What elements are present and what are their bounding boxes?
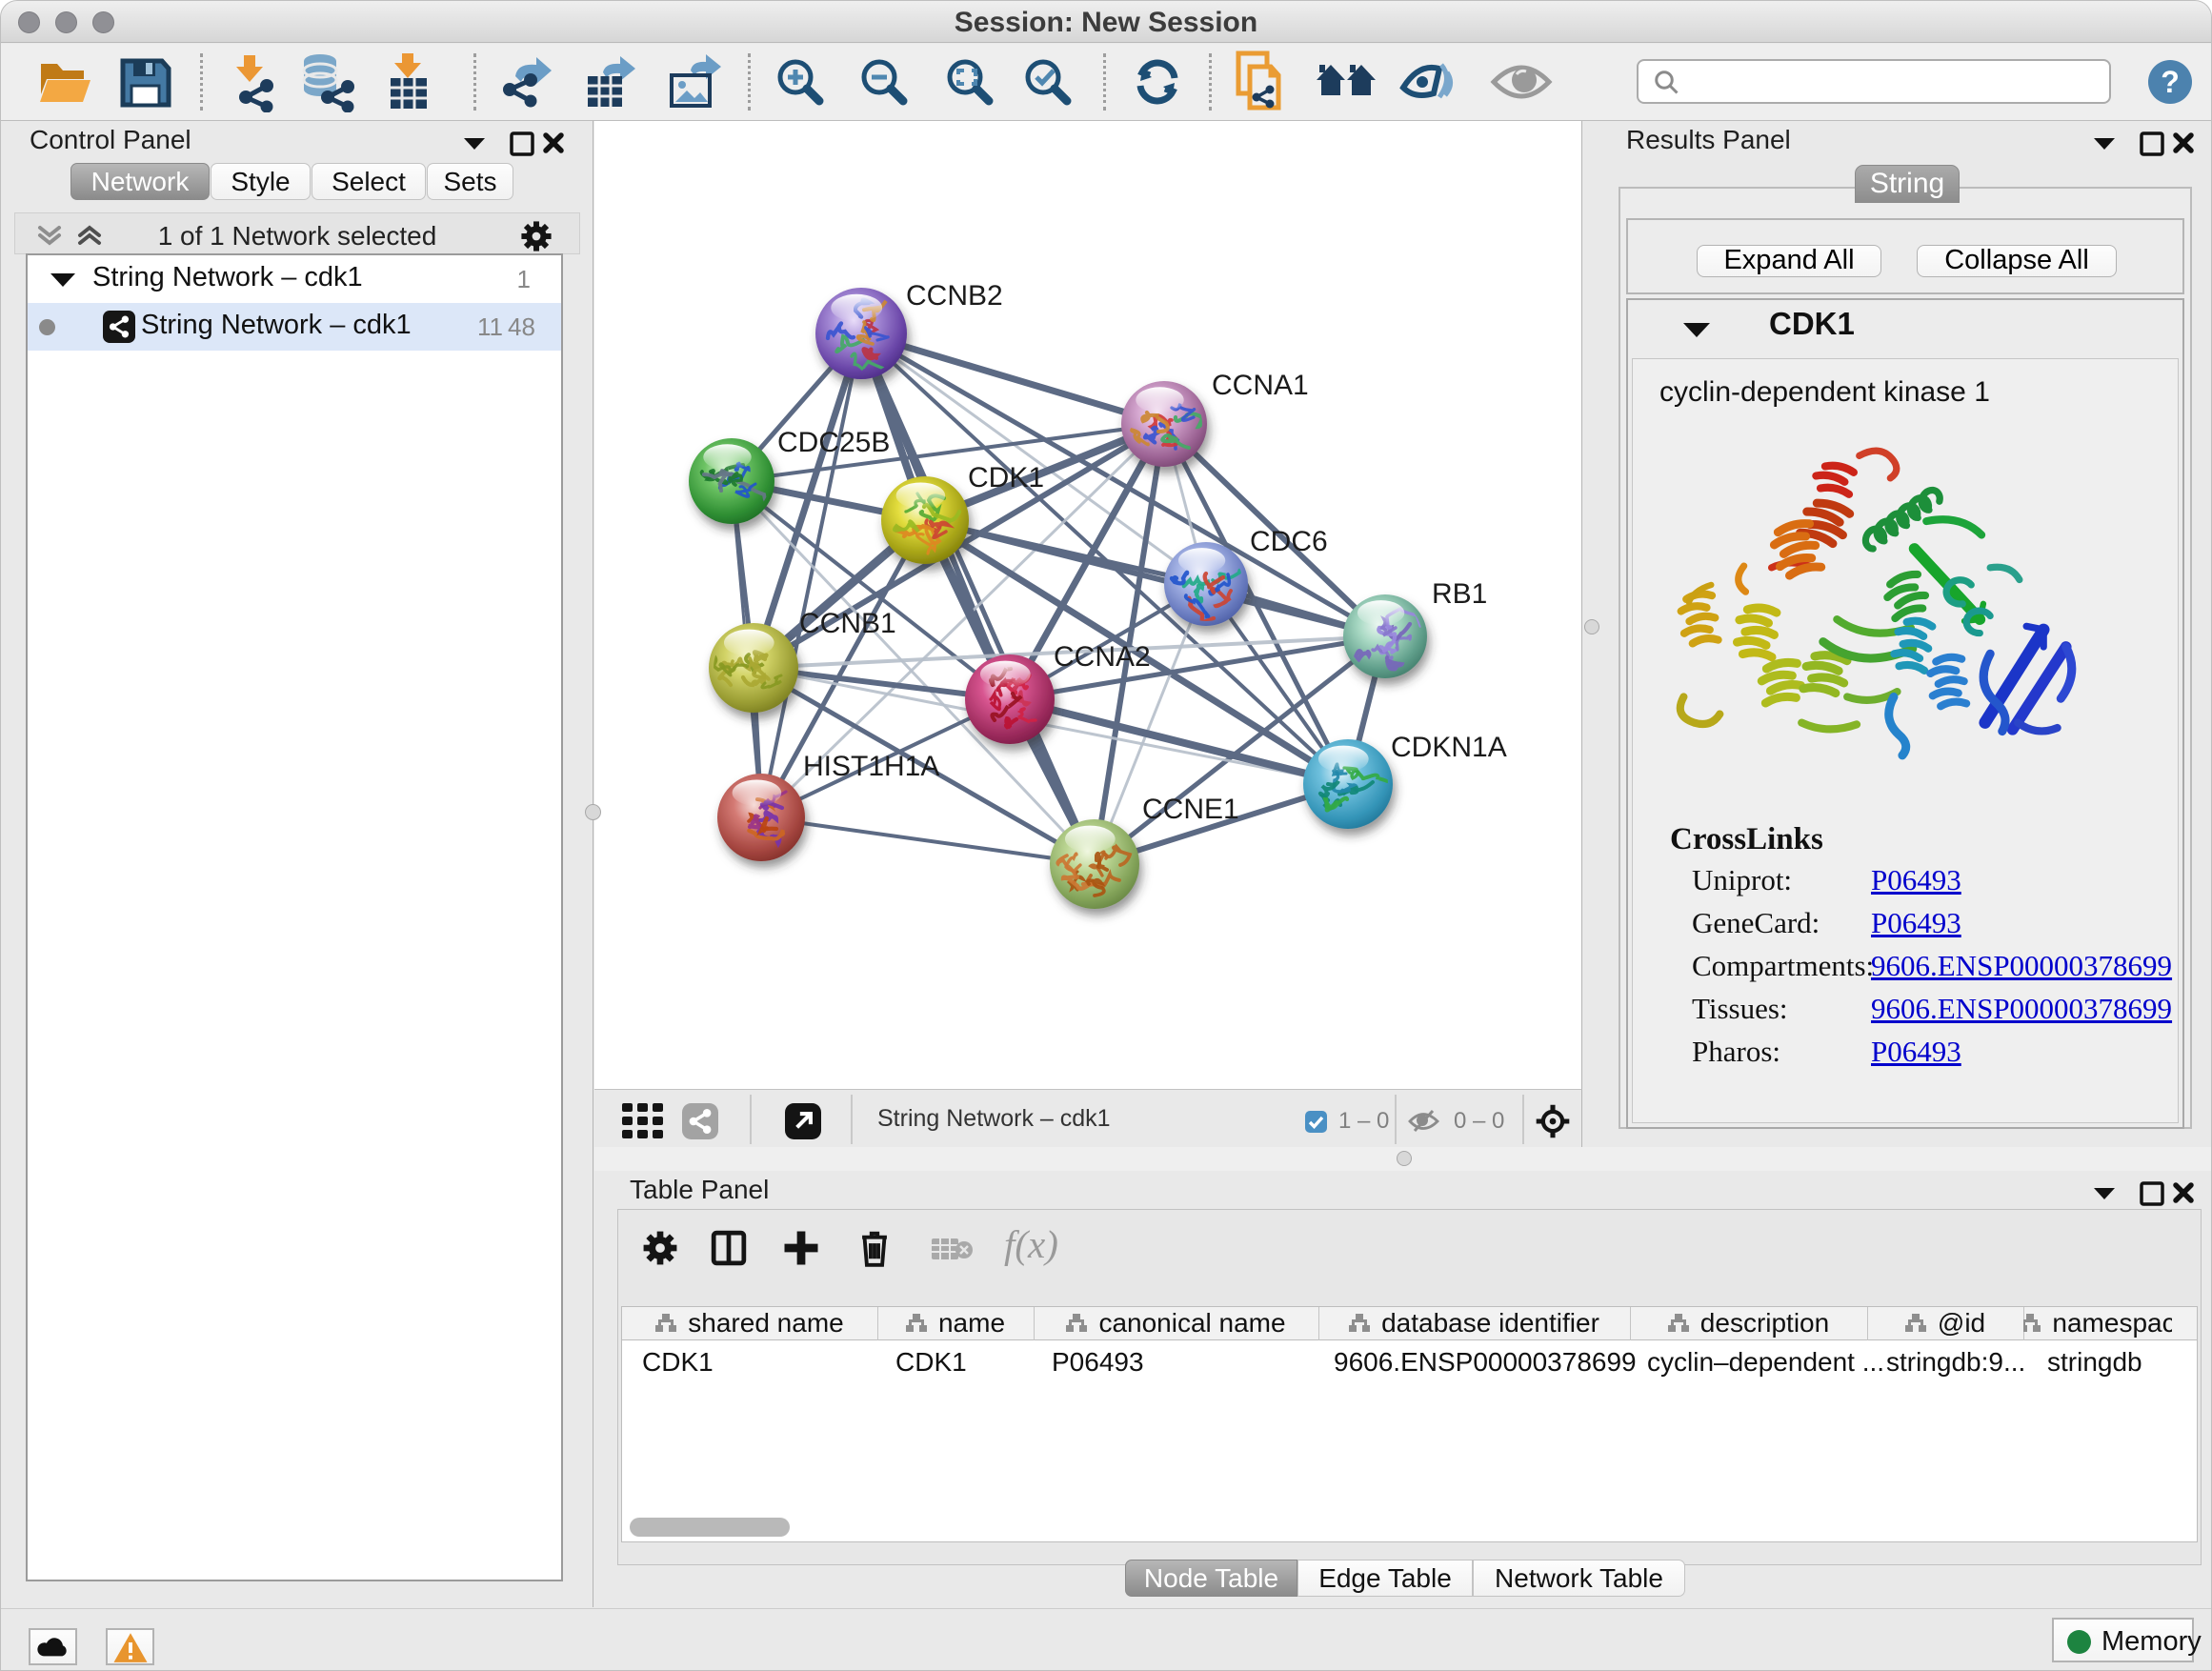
svg-text:CDC6: CDC6 [1250, 526, 1328, 557]
svg-text:CDC25B: CDC25B [777, 427, 890, 458]
svg-text:CDK1: CDK1 [968, 462, 1044, 493]
svg-text:CCNE1: CCNE1 [1142, 794, 1239, 825]
svg-text:CCNA2: CCNA2 [1054, 641, 1151, 673]
svg-text:HIST1H1A: HIST1H1A [803, 751, 939, 782]
svg-text:CCNB2: CCNB2 [906, 280, 1003, 312]
svg-text:RB1: RB1 [1432, 578, 1487, 610]
svg-text:CCNB1: CCNB1 [799, 608, 896, 639]
svg-text:CCNA1: CCNA1 [1212, 370, 1309, 401]
svg-text:CDKN1A: CDKN1A [1391, 732, 1507, 763]
